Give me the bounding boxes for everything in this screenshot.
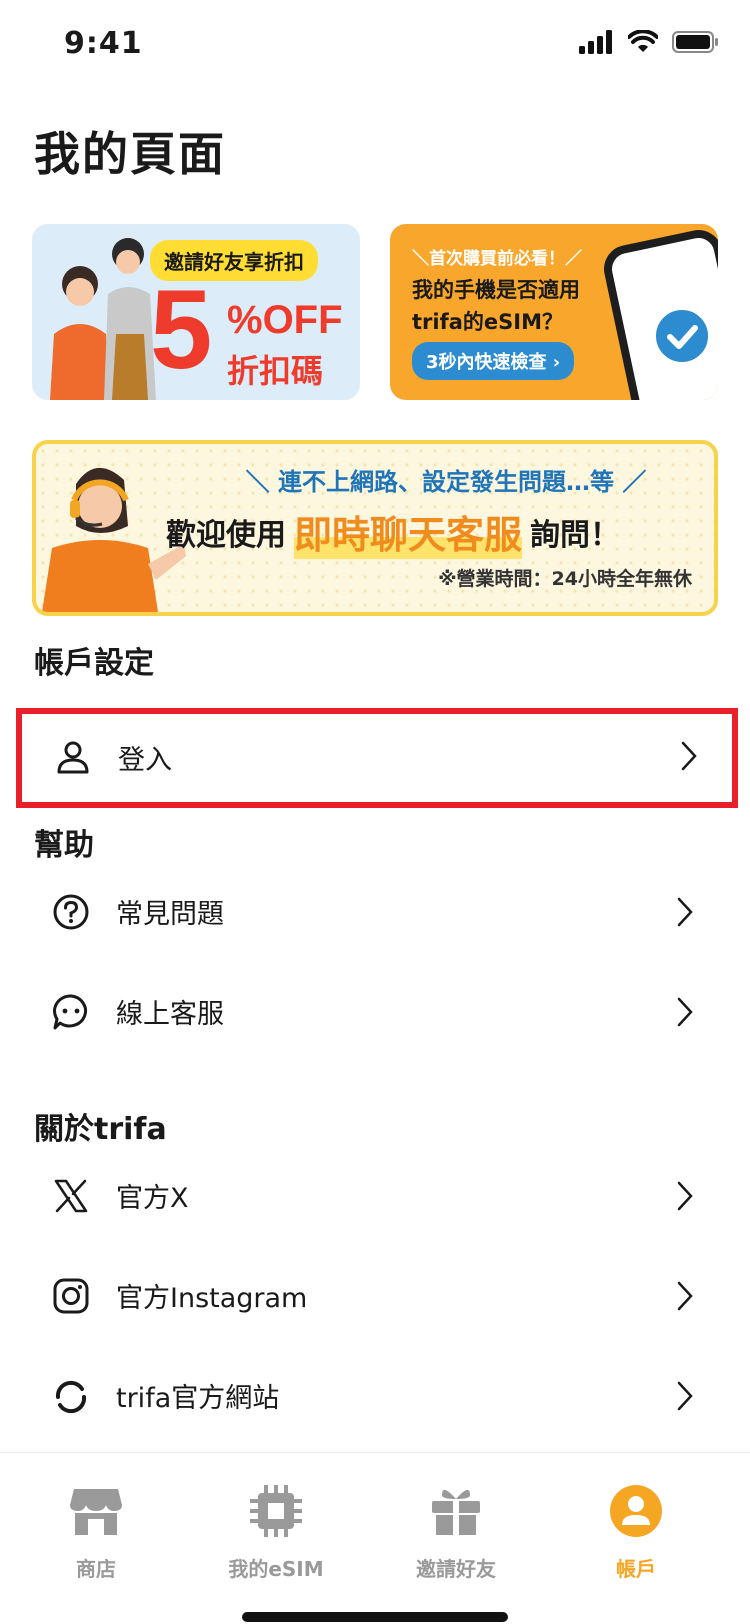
chevron-right-icon [677,1281,693,1311]
status-time: 9:41 [64,26,143,61]
chat-banner-mid-after: 詢問！ [530,517,621,553]
people-illustration [50,238,156,400]
cellular-signal-icon [579,30,612,54]
check-banner-line1: ＼首次購買前必看！／ [412,249,582,269]
faq-row[interactable]: 常見問題 [20,866,730,958]
official-website-row[interactable]: trifa官方網站 [20,1350,730,1442]
question-circle-icon [53,894,89,930]
official-instagram-label: 官方Instagram [116,1283,308,1314]
discount-number: 5 [150,267,213,392]
tab-store[interactable]: 商店 [16,1483,176,1582]
login-row[interactable]: 登入 [16,708,738,808]
store-icon [70,1489,122,1535]
chevron-right-icon [677,1381,693,1411]
page-title: 我的頁面 [34,127,226,181]
tab-store-label: 商店 [76,1557,116,1581]
tab-invite-friends-label: 邀請好友 [416,1557,496,1581]
official-instagram-row[interactable]: 官方Instagram [20,1250,730,1342]
chevron-right-icon [677,997,693,1027]
bottom-tab-bar: 商店 我的eSIM 邀請好友 帳戶 [0,1452,750,1624]
tab-my-esim[interactable]: 我的eSIM [196,1483,356,1582]
chat-banner-mid: 歡迎使用 即時聊天客服 詢問！ [166,504,620,559]
discount-code: 折扣碼 [227,352,324,390]
device-check-banner[interactable]: ＼首次購買前必看！／ 我的手機是否適用 trifa的eSIM？ 3秒內快速檢查 … [390,224,718,400]
tab-account[interactable]: 帳戶 [556,1483,716,1582]
esim-chip-icon [250,1485,302,1537]
trifa-logo-icon [55,1380,87,1414]
wifi-icon [628,30,658,52]
support-agent-illustration [42,467,186,612]
faq-label: 常見問題 [116,899,224,930]
tab-my-esim-label: 我的eSIM [228,1557,324,1581]
discount-off: %OFF [227,298,343,342]
tab-account-label: 帳戶 [616,1557,656,1581]
about-section-title: 關於trifa [34,1112,167,1147]
checkmark-icon [652,306,712,366]
account-section-title: 帳戶設定 [34,646,154,681]
online-support-label: 線上客服 [116,999,224,1030]
chevron-right-icon [677,1181,693,1211]
check-banner-line3: trifa的eSIM？ [412,310,563,334]
home-indicator [242,1612,508,1622]
chat-banner-hours: ※營業時間：24小時全年無休 [438,568,692,590]
chat-banner-mid-before: 歡迎使用 [166,517,286,553]
gift-icon [432,1489,480,1535]
official-x-label: 官方X [116,1183,189,1214]
help-section-title: 幫助 [34,828,94,863]
battery-icon [672,31,718,53]
status-bar: 9:41 [0,0,750,90]
chevron-right-icon [681,741,697,771]
instagram-icon [53,1278,89,1314]
chat-banner-top: ＼ 連不上網路、設定發生問題…等 ／ [245,468,647,496]
user-icon [57,741,89,774]
live-chat-banner[interactable]: ＼ 連不上網路、設定發生問題…等 ／ 歡迎使用 即時聊天客服 詢問！ ※營業時間… [32,440,718,616]
x-logo-icon [54,1179,88,1213]
chat-bubble-icon [53,994,87,1030]
official-website-label: trifa官方網站 [116,1383,280,1414]
tab-invite-friends[interactable]: 邀請好友 [376,1483,536,1582]
check-banner-line2: 我的手機是否適用 [412,278,580,302]
status-icons [578,30,720,54]
chat-banner-highlight: 即時聊天客服 [294,504,523,559]
account-circle-icon [610,1485,662,1537]
official-x-row[interactable]: 官方X [20,1150,730,1242]
invite-friends-banner[interactable]: 邀請好友享折扣 5 %OFF 折扣碼 [32,224,360,400]
online-support-row[interactable]: 線上客服 [20,966,730,1058]
chevron-right-icon [677,897,693,927]
login-label: 登入 [118,745,172,776]
quick-check-button[interactable]: 3秒內快速檢查 › [412,342,575,380]
